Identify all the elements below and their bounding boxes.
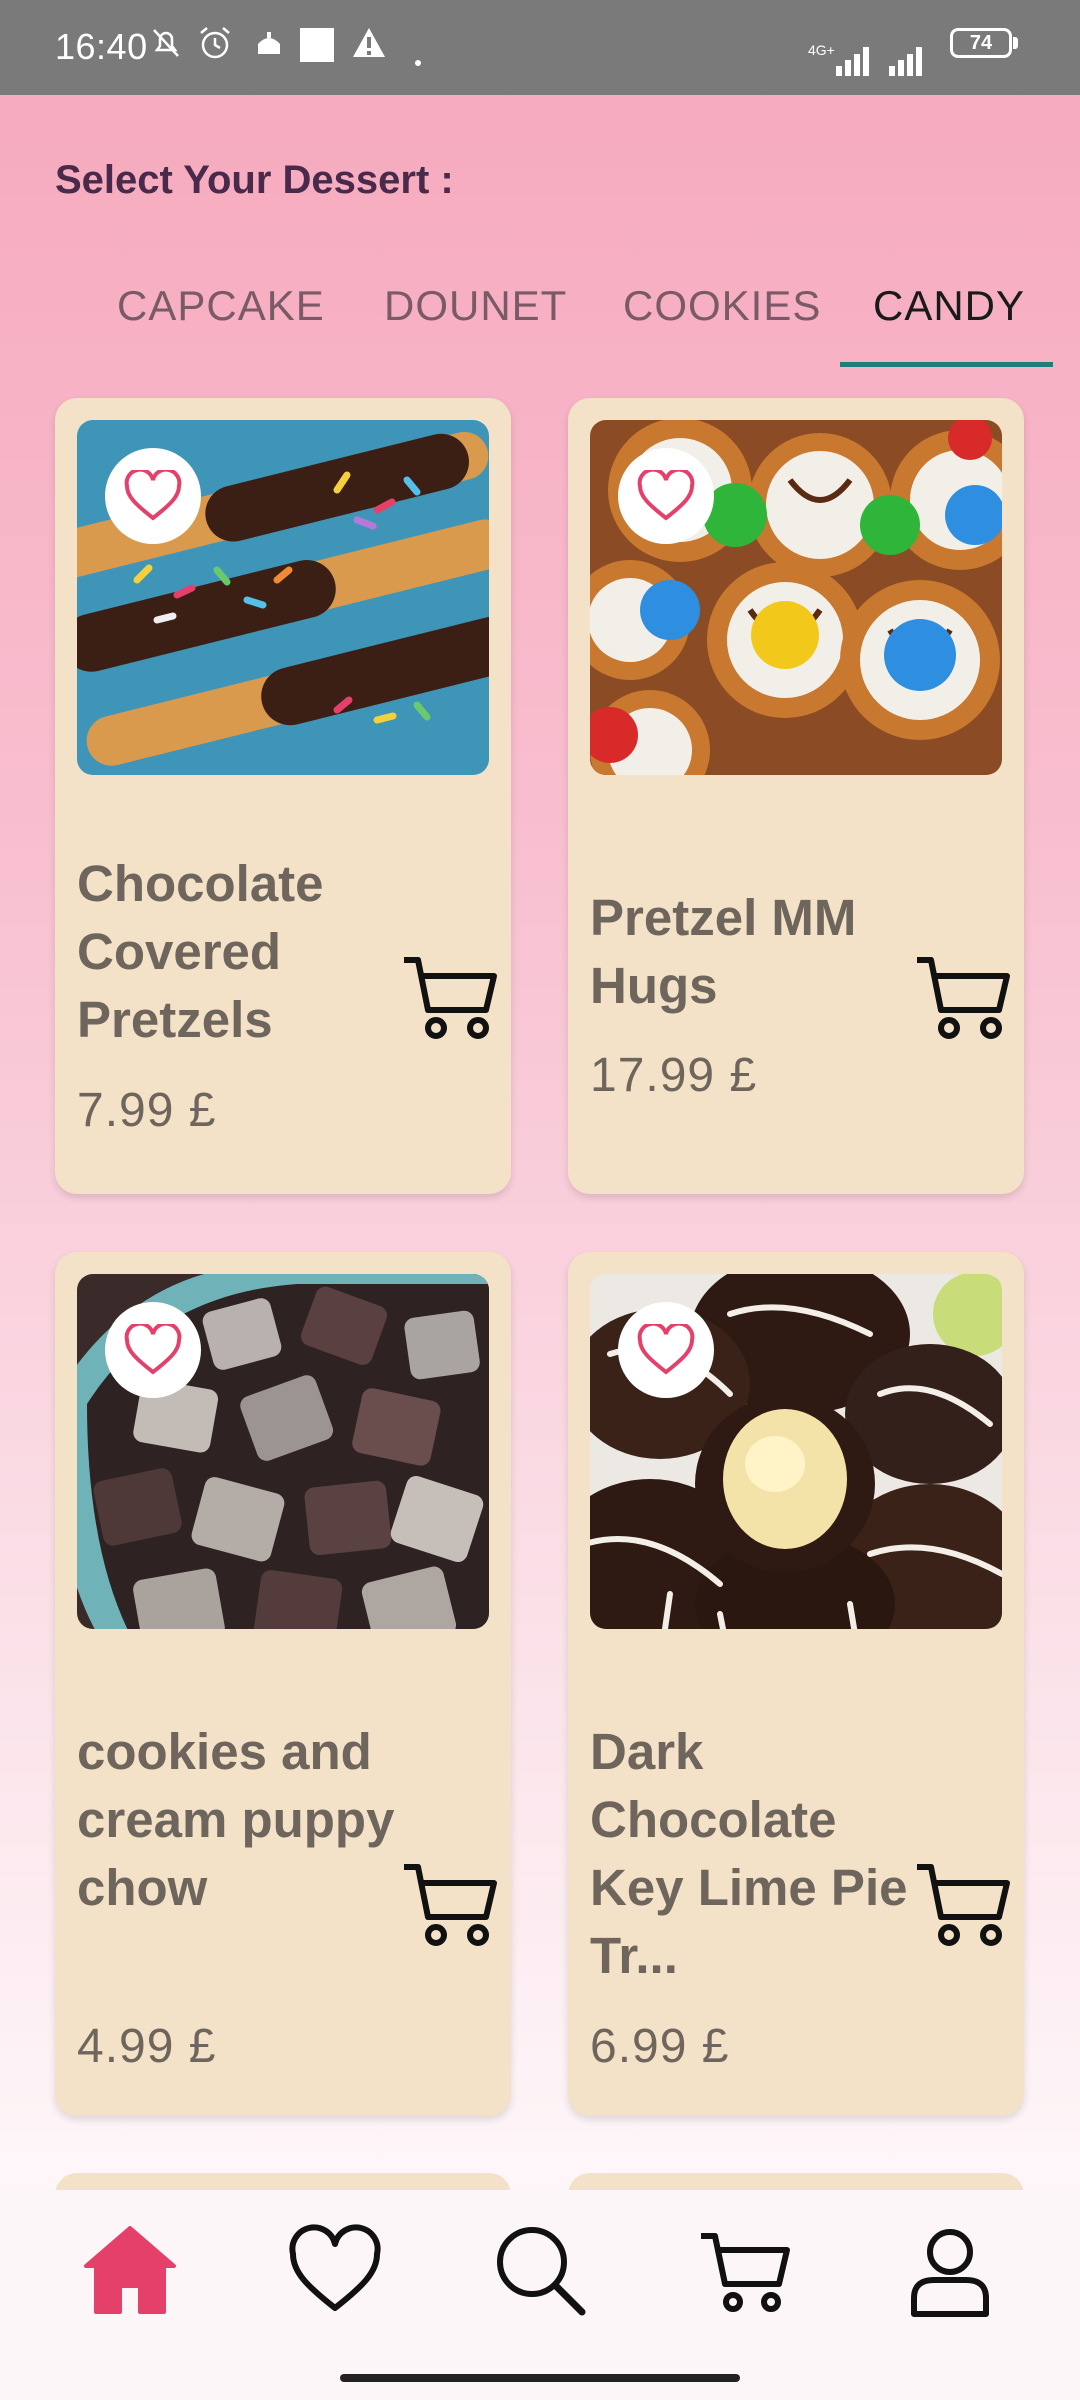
product-price: 6.99 £: [590, 2020, 730, 2073]
product-price: 17.99 £: [590, 1049, 758, 1102]
product-card[interactable]: Pretzel MM Hugs 17.99 £: [568, 398, 1024, 1194]
product-price: 7.99 £: [77, 1084, 217, 1137]
product-image-key-lime-truffles[interactable]: [590, 1274, 1002, 1629]
product-image-chocolate-pretzels[interactable]: [77, 420, 489, 775]
product-price: 4.99 £: [77, 2020, 217, 2073]
mosque-icon: [258, 32, 280, 54]
home-gesture-bar[interactable]: [340, 2374, 740, 2382]
status-bar: 16:40 4G+ 74: [0, 0, 1080, 95]
product-name: Chocolate Covered Pretzels: [77, 855, 324, 1048]
home-icon[interactable]: [80, 2220, 180, 2320]
signal-strength-icon: [836, 47, 869, 76]
battery-indicator: 74: [950, 28, 1012, 58]
favorite-button[interactable]: [105, 448, 201, 544]
cart-icon[interactable]: [695, 2220, 795, 2320]
page-title: Select Your Dessert :: [55, 158, 454, 202]
battery-tip: [1013, 37, 1018, 49]
bottom-navigation: [0, 2190, 1080, 2400]
product-name: cookies and cream puppy chow: [77, 1723, 395, 1916]
more-notifications-dot-icon: [415, 60, 421, 66]
active-tab-indicator: [840, 362, 1053, 367]
product-card[interactable]: Chocolate Covered Pretzels 7.99 £: [55, 398, 511, 1194]
tab-dounet[interactable]: DOUNET: [384, 282, 567, 330]
heart-outline-icon: [124, 1324, 182, 1375]
category-tabs: CAPCAKE DOUNET COOKIES CANDY: [0, 270, 1080, 370]
add-to-cart-icon[interactable]: [400, 1855, 500, 1955]
add-to-cart-icon[interactable]: [913, 948, 1013, 1048]
product-card[interactable]: Dark Chocolate Key Lime Pie Tr... 6.99 £: [568, 1252, 1024, 2116]
favorite-button[interactable]: [105, 1302, 201, 1398]
search-icon[interactable]: [490, 2220, 590, 2320]
add-to-cart-icon[interactable]: [400, 948, 500, 1048]
notification-square-icon: [300, 28, 334, 62]
heart-outline-icon: [637, 470, 695, 521]
add-to-cart-icon[interactable]: [913, 1855, 1013, 1955]
product-image-pretzel-mm-hugs[interactable]: [590, 420, 1002, 775]
favorite-button[interactable]: [618, 448, 714, 544]
product-name: Dark Chocolate Key Lime Pie Tr...: [590, 1723, 908, 1984]
product-card[interactable]: cookies and cream puppy chow 4.99 £: [55, 1252, 511, 2116]
user-icon[interactable]: [900, 2220, 1000, 2320]
product-name: Pretzel MM Hugs: [590, 889, 857, 1014]
signal-strength-2-icon: [889, 47, 922, 76]
tab-cookies[interactable]: COOKIES: [623, 282, 821, 330]
tab-capcake[interactable]: CAPCAKE: [117, 282, 325, 330]
tab-candy[interactable]: CANDY: [873, 282, 1025, 330]
heart-icon[interactable]: [285, 2220, 385, 2320]
status-time: 16:40: [55, 26, 148, 67]
alarm-icon: [200, 27, 230, 59]
heart-outline-icon: [124, 470, 182, 521]
heart-outline-icon: [637, 1324, 695, 1375]
mute-bell-icon: [153, 29, 179, 57]
favorite-button[interactable]: [618, 1302, 714, 1398]
warning-icon: [353, 28, 385, 57]
product-image-puppy-chow[interactable]: [77, 1274, 489, 1629]
